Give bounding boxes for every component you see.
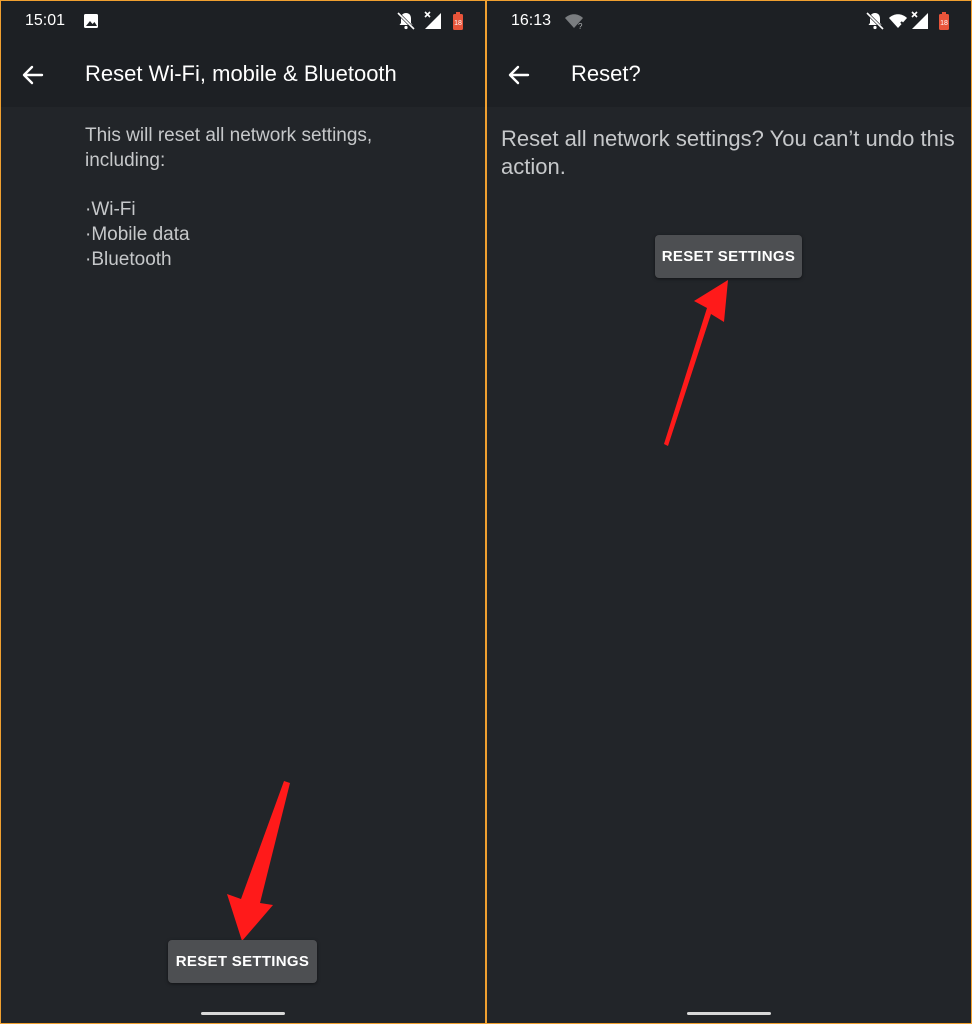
right-screen: 16:13 ? 18 Reset? Reset all network sett… <box>487 1 971 1023</box>
annotation-arrow <box>227 781 290 941</box>
reset-settings-button[interactable]: RESET SETTINGS <box>168 940 317 983</box>
home-indicator[interactable] <box>687 1012 771 1015</box>
left-screen: 15:01 18 Reset Wi-Fi, mobile & Bluetooth… <box>1 1 485 1023</box>
home-indicator[interactable] <box>201 1012 285 1015</box>
annotation-arrow <box>664 280 728 446</box>
